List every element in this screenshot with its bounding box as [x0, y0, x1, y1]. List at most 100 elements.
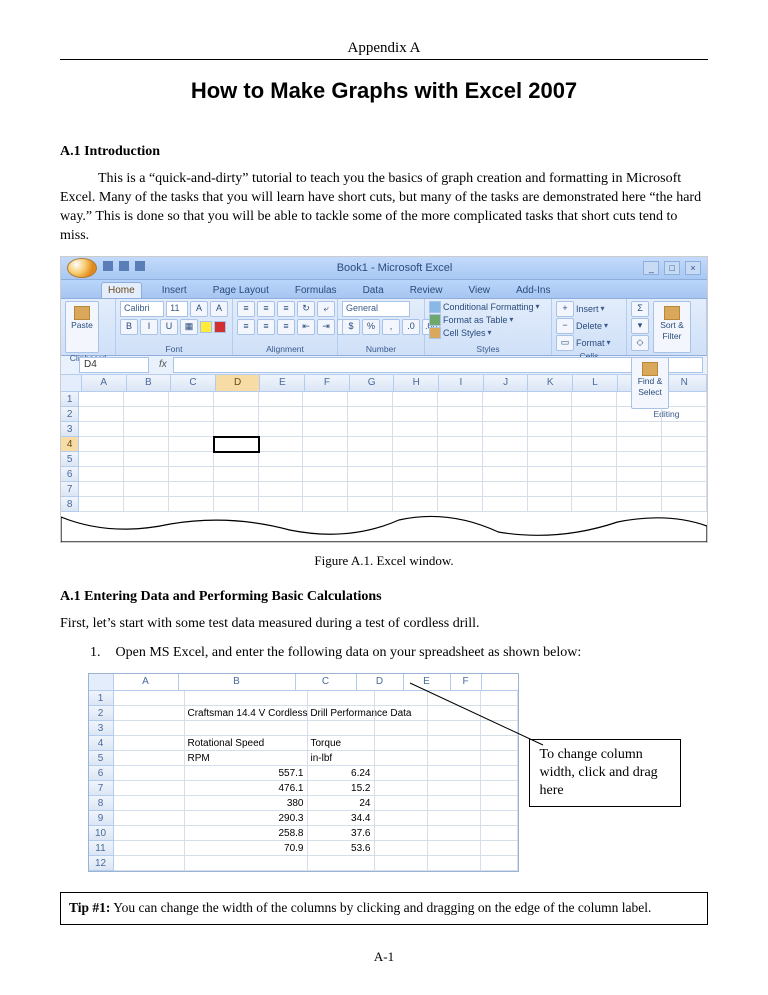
cell[interactable] — [483, 392, 528, 407]
cell[interactable] — [428, 841, 481, 856]
column-header[interactable]: D — [357, 674, 404, 690]
cell[interactable] — [169, 392, 214, 407]
column-header[interactable]: E — [260, 375, 305, 391]
cell[interactable] — [428, 811, 481, 826]
tab-view[interactable]: View — [462, 283, 496, 298]
cell[interactable] — [303, 392, 348, 407]
cell[interactable] — [528, 437, 573, 452]
cell[interactable] — [393, 392, 438, 407]
cell[interactable] — [428, 751, 481, 766]
column-header[interactable]: N — [662, 375, 707, 391]
wrap-text-icon[interactable]: ⤶ — [317, 301, 335, 317]
cell[interactable] — [79, 407, 124, 422]
cell[interactable] — [124, 392, 169, 407]
row-header[interactable]: 3 — [61, 422, 79, 437]
formula-bar[interactable] — [173, 357, 703, 373]
cell[interactable] — [662, 482, 707, 497]
row-header[interactable]: 5 — [61, 452, 79, 467]
cell[interactable] — [348, 467, 393, 482]
font-size-select[interactable]: 11 — [166, 301, 188, 317]
tab-add-ins[interactable]: Add-Ins — [510, 283, 556, 298]
row-header[interactable]: 7 — [61, 482, 79, 497]
cell[interactable] — [572, 452, 617, 467]
quick-access-toolbar[interactable] — [103, 261, 148, 274]
cell[interactable] — [114, 796, 185, 811]
column-header[interactable]: F — [451, 674, 482, 690]
delete-cells-label[interactable]: Delete — [576, 321, 602, 331]
cell[interactable] — [169, 467, 214, 482]
cell[interactable] — [308, 691, 375, 706]
align-left-icon[interactable]: ≡ — [237, 319, 255, 335]
cell[interactable] — [481, 826, 518, 841]
column-header[interactable]: I — [439, 375, 484, 391]
cell[interactable]: 15.2 — [308, 781, 375, 796]
row-header[interactable]: 2 — [89, 706, 114, 721]
cell[interactable] — [169, 482, 214, 497]
cell[interactable] — [185, 721, 308, 736]
row-header[interactable]: 3 — [89, 721, 114, 736]
cell[interactable]: 476.1 — [185, 781, 308, 796]
cell[interactable] — [375, 706, 428, 721]
row-header[interactable]: 5 — [89, 751, 114, 766]
cell[interactable] — [114, 781, 185, 796]
cell[interactable] — [481, 706, 518, 721]
cell[interactable] — [303, 497, 348, 512]
cell[interactable]: Craftsman 14.4 V Cordless Drill Performa… — [185, 706, 308, 721]
column-header[interactable]: G — [350, 375, 395, 391]
cell[interactable] — [483, 452, 528, 467]
cell[interactable] — [528, 467, 573, 482]
cell[interactable] — [79, 452, 124, 467]
cell[interactable] — [483, 482, 528, 497]
cell[interactable] — [259, 497, 304, 512]
format-cells-icon[interactable]: ▭ — [556, 335, 574, 351]
cell[interactable]: in-lbf — [308, 751, 375, 766]
cell[interactable] — [662, 437, 707, 452]
cell[interactable]: 34.4 — [308, 811, 375, 826]
cell[interactable] — [348, 482, 393, 497]
cell[interactable] — [214, 452, 259, 467]
tab-formulas[interactable]: Formulas — [289, 283, 343, 298]
column-header[interactable]: K — [528, 375, 573, 391]
cell[interactable]: 290.3 — [185, 811, 308, 826]
cell[interactable]: 53.6 — [308, 841, 375, 856]
font-name-select[interactable]: Calibri — [120, 301, 164, 317]
cell[interactable] — [617, 482, 662, 497]
row-header[interactable]: 4 — [61, 437, 79, 452]
italic-button[interactable]: I — [140, 319, 158, 335]
cell[interactable] — [303, 422, 348, 437]
sort-filter-button[interactable]: Sort & Filter — [653, 301, 691, 353]
cell[interactable] — [393, 452, 438, 467]
close-icon[interactable]: × — [685, 261, 701, 275]
row-header[interactable]: 11 — [89, 841, 114, 856]
fill-color-icon[interactable] — [200, 321, 212, 333]
column-header[interactable]: J — [484, 375, 529, 391]
cell[interactable] — [483, 407, 528, 422]
cell-styles-label[interactable]: Cell Styles — [443, 328, 486, 338]
cell[interactable] — [169, 437, 214, 452]
delete-cells-icon[interactable]: − — [556, 318, 574, 334]
cell[interactable] — [259, 422, 304, 437]
cond-format-label[interactable]: Conditional Formatting — [443, 302, 534, 312]
cell[interactable] — [185, 856, 308, 871]
cell[interactable] — [481, 856, 518, 871]
cell[interactable] — [375, 751, 428, 766]
row-header[interactable]: 2 — [61, 407, 79, 422]
cell[interactable] — [572, 497, 617, 512]
cell[interactable] — [528, 407, 573, 422]
cell[interactable] — [348, 437, 393, 452]
cell[interactable]: 37.6 — [308, 826, 375, 841]
cell[interactable] — [114, 706, 185, 721]
cond-format-icon[interactable] — [429, 301, 441, 313]
minimize-icon[interactable]: _ — [643, 261, 659, 275]
column-header[interactable]: E — [404, 674, 451, 690]
shrink-font-icon[interactable]: A — [210, 301, 228, 317]
cell[interactable] — [214, 467, 259, 482]
cell[interactable] — [214, 497, 259, 512]
insert-cells-label[interactable]: Insert — [576, 304, 599, 314]
cell[interactable] — [114, 691, 185, 706]
cell[interactable] — [214, 407, 259, 422]
cell[interactable] — [428, 706, 481, 721]
cell[interactable] — [375, 826, 428, 841]
cell[interactable] — [79, 437, 124, 452]
cell[interactable] — [348, 497, 393, 512]
